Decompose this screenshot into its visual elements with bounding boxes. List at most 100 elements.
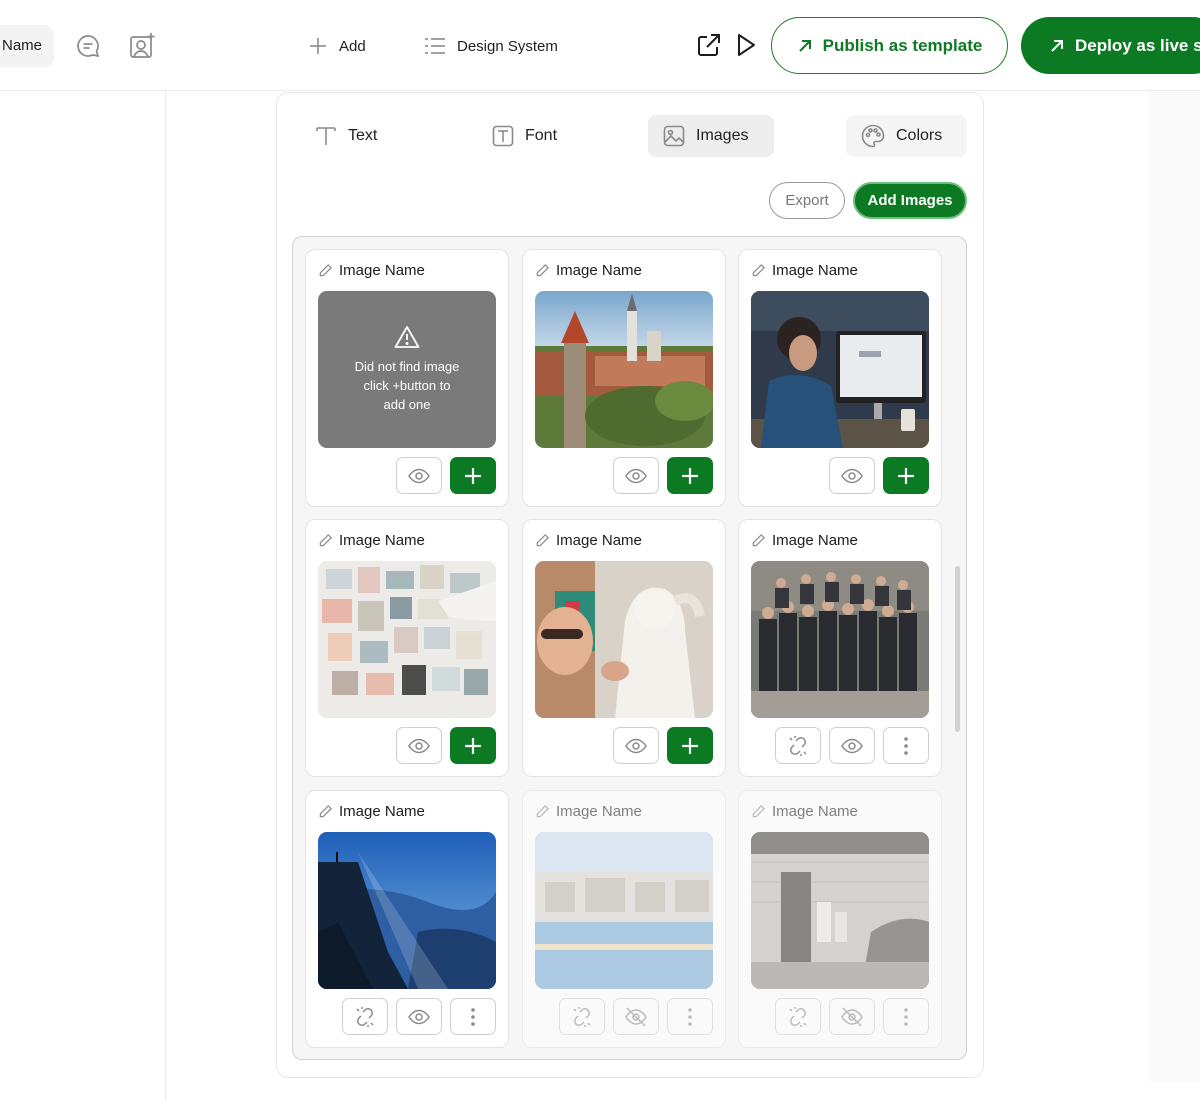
image-card: Image Name <box>738 790 942 1048</box>
comment-icon[interactable] <box>73 31 103 61</box>
image-card: Image Name <box>522 249 726 507</box>
image-name-label: Image Name <box>339 803 425 820</box>
plus-icon <box>898 467 914 484</box>
deploy-live-button[interactable]: Deploy as live s <box>1021 17 1200 74</box>
image-name-label: Image Name <box>339 532 425 549</box>
hide-button[interactable] <box>829 998 875 1035</box>
image-card-title[interactable]: Image Name <box>751 532 858 549</box>
image-card-title[interactable]: Image Name <box>318 262 425 279</box>
preview-button[interactable] <box>396 727 442 764</box>
image-thumbnail[interactable] <box>535 291 713 448</box>
image-card: Image Name Did not find image click +but… <box>305 249 509 507</box>
export-button[interactable]: Export <box>769 182 845 219</box>
image-card-title[interactable]: Image Name <box>318 803 425 820</box>
hide-button[interactable] <box>613 998 659 1035</box>
pencil-icon <box>536 805 549 818</box>
play-icon[interactable] <box>733 31 763 61</box>
missing-text-line: Did not find image <box>354 359 460 374</box>
image-name-label: Image Name <box>772 262 858 279</box>
more-vertical-icon <box>904 1007 908 1026</box>
pencil-icon <box>319 534 332 547</box>
image-thumbnail[interactable] <box>751 832 929 989</box>
tab-text[interactable]: Text <box>300 115 391 157</box>
unlink-button[interactable] <box>342 998 388 1035</box>
preview-button[interactable] <box>396 457 442 494</box>
more-options-button[interactable] <box>667 998 713 1035</box>
design-system-button[interactable]: Design System <box>423 31 558 61</box>
missing-text-line: click +button to <box>363 378 451 393</box>
deploy-label: Deploy as live s <box>1075 35 1200 55</box>
unlink-icon <box>573 1006 591 1027</box>
font-icon <box>492 125 514 147</box>
palette-icon <box>861 124 885 148</box>
pencil-icon <box>752 264 765 277</box>
unlink-icon <box>789 1006 807 1027</box>
add-images-button[interactable]: Add Images <box>853 182 967 219</box>
image-card-title[interactable]: Image Name <box>751 803 858 820</box>
more-vertical-icon <box>688 1007 692 1026</box>
image-card-title[interactable]: Image Name <box>535 532 642 549</box>
tab-colors-label: Colors <box>896 127 943 144</box>
unlink-icon <box>789 735 807 756</box>
image-card-title[interactable]: Image Name <box>535 262 642 279</box>
unlink-button[interactable] <box>559 998 605 1035</box>
plus-icon <box>682 737 698 754</box>
image-thumbnail[interactable] <box>535 561 713 718</box>
add-image-button[interactable] <box>450 727 496 764</box>
image-name-label: Image Name <box>772 803 858 820</box>
text-icon <box>316 127 336 145</box>
unlink-button[interactable] <box>775 727 821 764</box>
pencil-icon <box>536 534 549 547</box>
image-card: Image Name <box>522 790 726 1048</box>
eye-icon <box>408 738 430 753</box>
arrow-up-right-icon <box>1051 39 1063 52</box>
tab-font[interactable]: Font <box>477 115 571 157</box>
add-user-icon[interactable] <box>127 31 157 61</box>
more-vertical-icon <box>471 1007 475 1026</box>
more-options-button[interactable] <box>450 998 496 1035</box>
preview-button[interactable] <box>613 727 659 764</box>
image-thumbnail[interactable] <box>535 832 713 989</box>
image-thumbnail[interactable] <box>318 832 496 989</box>
publish-template-button[interactable]: Publish as template <box>771 17 1008 74</box>
tab-text-label: Text <box>348 127 378 144</box>
eye-icon <box>408 468 430 483</box>
image-thumbnail[interactable] <box>318 561 496 718</box>
image-thumbnail[interactable] <box>751 291 929 448</box>
tab-colors[interactable]: Colors <box>846 115 967 157</box>
eye-icon <box>841 468 863 483</box>
image-thumbnail[interactable] <box>751 561 929 718</box>
image-name-label: Image Name <box>772 532 858 549</box>
preview-button[interactable] <box>829 457 875 494</box>
add-image-button[interactable] <box>667 727 713 764</box>
add-image-button[interactable] <box>667 457 713 494</box>
more-options-button[interactable] <box>883 727 929 764</box>
image-icon <box>663 125 685 147</box>
tab-images[interactable]: Images <box>648 115 774 157</box>
image-card: Image Name <box>305 519 509 777</box>
image-name-label: Image Name <box>556 262 642 279</box>
external-link-icon[interactable] <box>695 31 725 61</box>
arrow-up-right-icon <box>798 39 811 52</box>
add-button[interactable]: Add <box>307 31 366 61</box>
canvas-right-gutter <box>1148 91 1200 1081</box>
image-name-label: Image Name <box>556 803 642 820</box>
missing-text-line: add one <box>383 397 431 412</box>
unlink-button[interactable] <box>775 998 821 1035</box>
eye-off-icon <box>625 1006 647 1027</box>
image-card-title[interactable]: Image Name <box>751 262 858 279</box>
grid-scrollbar[interactable] <box>955 566 960 732</box>
pencil-icon <box>536 264 549 277</box>
preview-button[interactable] <box>396 998 442 1035</box>
preview-button[interactable] <box>613 457 659 494</box>
more-options-button[interactable] <box>883 998 929 1035</box>
pencil-icon <box>752 805 765 818</box>
image-card-title[interactable]: Image Name <box>535 803 642 820</box>
preview-button[interactable] <box>829 727 875 764</box>
project-name-chip[interactable]: Name <box>0 25 54 67</box>
image-name-label: Image Name <box>556 532 642 549</box>
image-card-title[interactable]: Image Name <box>318 532 425 549</box>
add-image-button[interactable] <box>883 457 929 494</box>
add-image-button[interactable] <box>450 457 496 494</box>
more-vertical-icon <box>904 736 908 755</box>
